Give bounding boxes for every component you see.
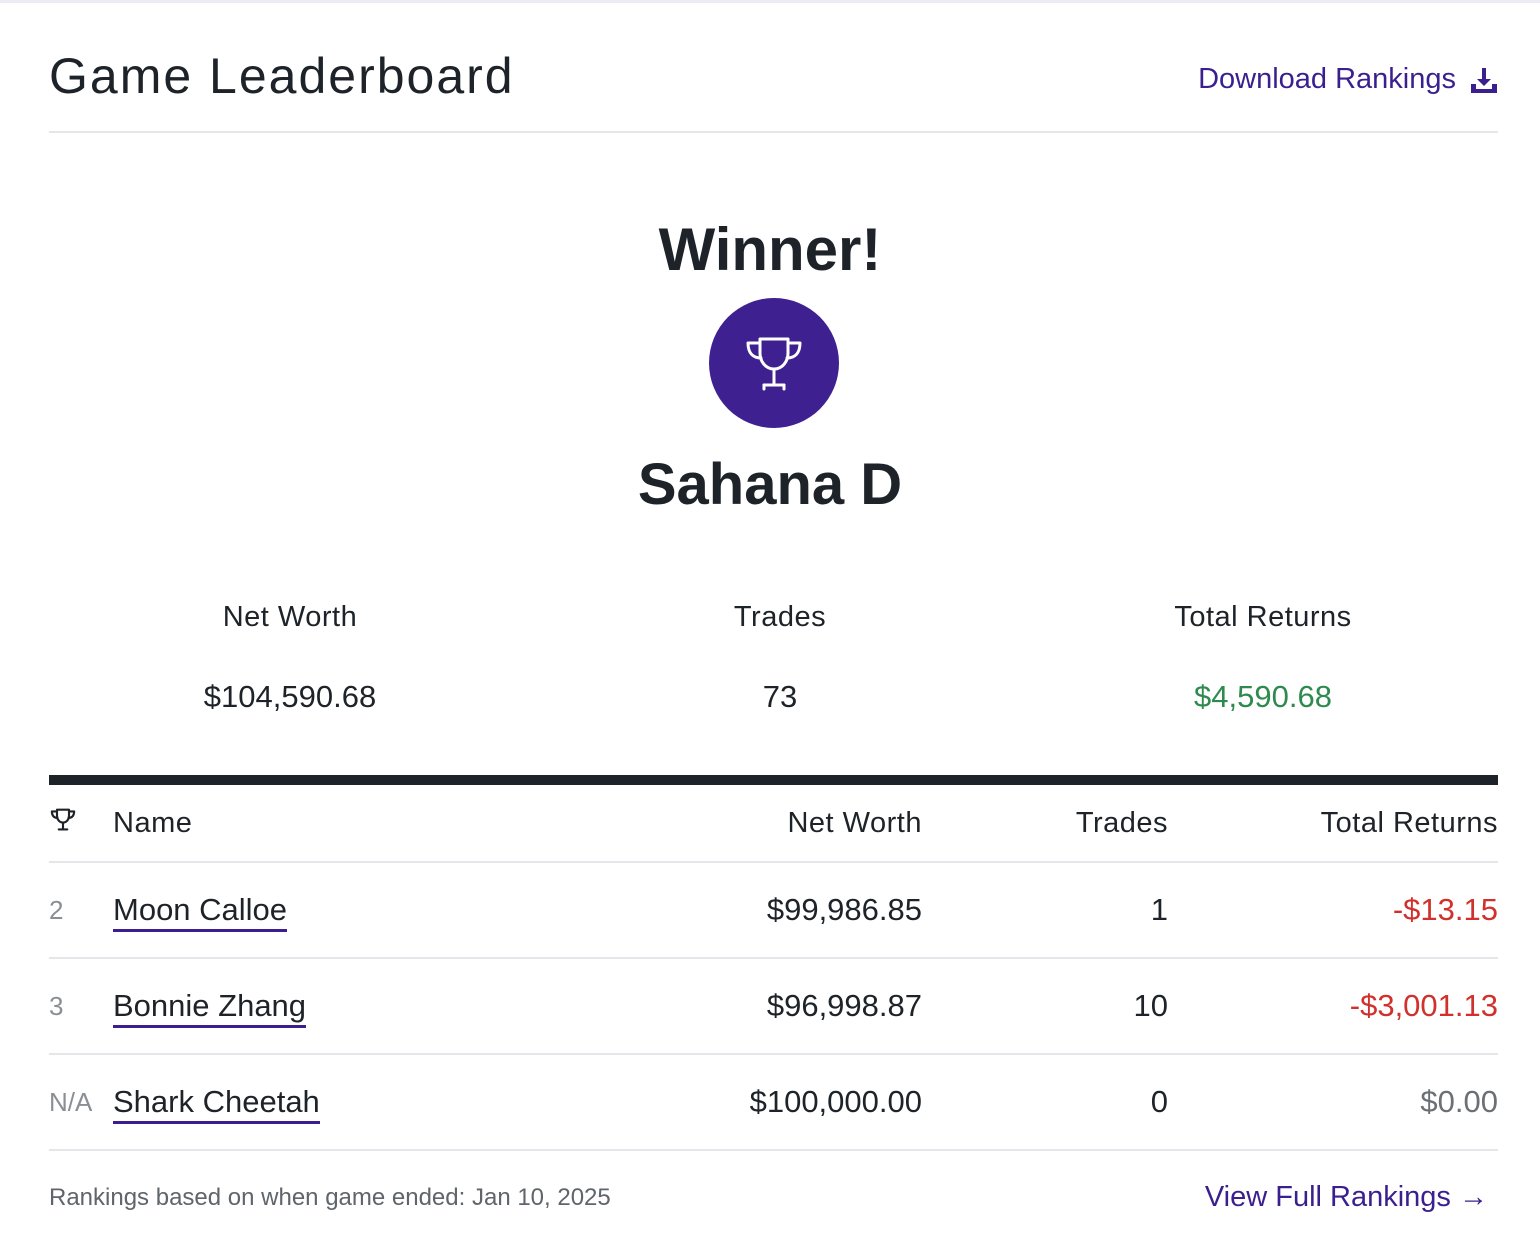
- leaderboard-card: Game Leaderboard Download Rankings Winne…: [0, 0, 1540, 1260]
- rank-cell: 3: [49, 958, 113, 1055]
- trophy-icon: [50, 808, 76, 830]
- trophy-icon: [746, 337, 802, 391]
- net-worth-column-header[interactable]: Net Worth: [422, 785, 922, 863]
- stat-label: Trades: [733, 601, 827, 633]
- download-rankings-label: Download Rankings: [1198, 63, 1456, 95]
- net-worth-cell: $96,998.87: [422, 958, 922, 1055]
- download-icon: [1471, 67, 1497, 93]
- download-rankings-button[interactable]: Download Rankings: [1198, 63, 1498, 96]
- trades-column-header[interactable]: Trades: [922, 785, 1168, 863]
- rank-cell: 2: [49, 862, 113, 959]
- table-row: 2 Moon Calloe $99,986.85 1 -$13.15: [49, 862, 1498, 959]
- leaderboard-header: Game Leaderboard Download Rankings: [49, 3, 1498, 133]
- stat-total-returns: Total Returns $4,590.68: [1063, 601, 1463, 715]
- page-title: Game Leaderboard: [49, 48, 515, 104]
- stat-label: Net Worth: [222, 601, 358, 633]
- rank-column-header: [49, 785, 113, 863]
- winner-name: Sahana D: [637, 452, 903, 517]
- table-header-row: Name Net Worth Trades Total Returns: [49, 785, 1498, 863]
- table-row: 3 Bonnie Zhang $96,998.87 10 -$3,001.13: [49, 958, 1498, 1055]
- player-link[interactable]: Bonnie Zhang: [113, 988, 307, 1028]
- trades-cell: 1: [922, 862, 1168, 959]
- stat-label: Total Returns: [1174, 601, 1352, 633]
- rank-cell: N/A: [49, 1054, 113, 1151]
- name-cell: Shark Cheetah: [113, 1054, 422, 1151]
- view-full-rankings-link[interactable]: View Full Rankings →: [1205, 1181, 1488, 1214]
- trades-cell: 10: [922, 958, 1168, 1055]
- rankings-table: Name Net Worth Trades Total Returns 2 Mo…: [49, 785, 1498, 1151]
- total-returns-cell: -$13.15: [1168, 862, 1498, 959]
- rankings-note: Rankings based on when game ended: Jan 1…: [49, 1184, 611, 1211]
- stat-value: $4,590.68: [1194, 679, 1332, 714]
- stat-trades: Trades 73: [580, 601, 980, 715]
- table-divider: [49, 775, 1498, 785]
- trades-cell: 0: [922, 1054, 1168, 1151]
- winner-badge: [709, 298, 839, 428]
- net-worth-cell: $99,986.85: [422, 862, 922, 959]
- name-cell: Moon Calloe: [113, 862, 422, 959]
- player-link[interactable]: Moon Calloe: [113, 892, 288, 932]
- total-returns-column-header[interactable]: Total Returns: [1168, 785, 1498, 863]
- winner-heading: Winner!: [658, 216, 882, 283]
- total-returns-cell: $0.00: [1168, 1054, 1498, 1151]
- stat-value: 73: [762, 679, 798, 714]
- total-returns-cell: -$3,001.13: [1168, 958, 1498, 1055]
- net-worth-cell: $100,000.00: [422, 1054, 922, 1151]
- player-link[interactable]: Shark Cheetah: [113, 1084, 320, 1124]
- stat-net-worth: Net Worth $104,590.68: [90, 601, 490, 715]
- name-column-header[interactable]: Name: [113, 785, 422, 863]
- name-cell: Bonnie Zhang: [113, 958, 422, 1055]
- table-row: N/A Shark Cheetah $100,000.00 0 $0.00: [49, 1054, 1498, 1151]
- stat-value: $104,590.68: [203, 679, 377, 714]
